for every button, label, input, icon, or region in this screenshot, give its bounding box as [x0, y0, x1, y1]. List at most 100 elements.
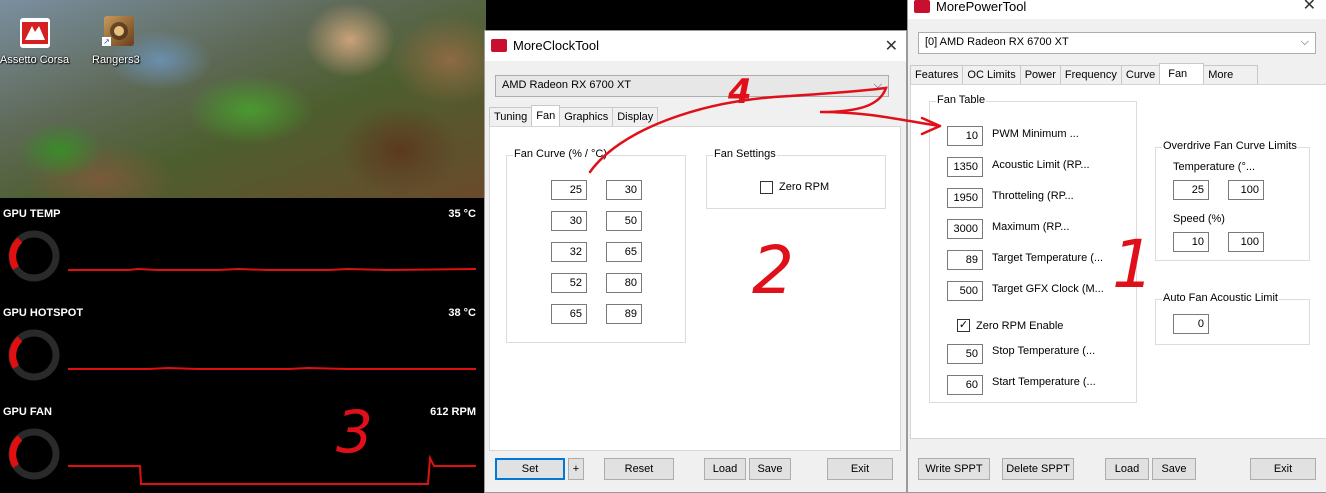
morepowertool-titlebar[interactable]: MorePowerTool ✕ [908, 0, 1326, 19]
start-temp-label: Start Temperature (... [992, 376, 1096, 388]
moreclocktool-window: MoreClockTool ✕ AMD Radeon RX 6700 XT ⌵ … [484, 30, 907, 493]
od-speed-label: Speed (%) [1173, 213, 1225, 225]
od-temp-min-input[interactable]: 25 [1173, 180, 1209, 200]
fan-curve-group: Fan Curve (% / °C) 25 30 30 50 32 65 52 … [506, 148, 686, 343]
maximum-label: Maximum (RP... [992, 221, 1070, 233]
chevron-down-icon: ⌵ [873, 79, 882, 91]
desktop-icon-label-rangers[interactable]: Rangers3 [92, 54, 140, 66]
fan-settings-group: Fan Settings Zero RPM [706, 148, 886, 209]
fan-tab-panel: Fan Curve (% / °C) 25 30 30 50 32 65 52 … [489, 126, 901, 451]
reset-button[interactable]: Reset [604, 458, 674, 480]
fan-table-label: Fan Table [936, 94, 987, 106]
acoustic-limit-input[interactable]: 1350 [947, 157, 983, 177]
od-temp-max-input[interactable]: 100 [1228, 180, 1264, 200]
curve-pct-4[interactable]: 52 [551, 273, 587, 293]
target-temp-input[interactable]: 89 [947, 250, 983, 270]
zero-rpm-label[interactable]: Zero RPM [779, 181, 829, 193]
start-temp-input[interactable]: 60 [947, 375, 983, 395]
tab-tuning[interactable]: Tuning [489, 107, 533, 127]
gpu-select-value: [0] AMD Radeon RX 6700 XT [925, 36, 1069, 48]
tab-features[interactable]: Features [910, 65, 964, 85]
desktop-icon-label-assetto[interactable]: Assetto Corsa [0, 54, 69, 66]
tab-more[interactable]: More [1203, 65, 1259, 85]
acoustic-limit-label: Acoustic Limit (RP... [992, 159, 1090, 171]
gpu-temp-value: 35 °C [448, 208, 476, 220]
gpu-hotspot-value: 38 °C [448, 307, 476, 319]
zero-rpm-checkbox[interactable] [760, 181, 773, 194]
pwm-minimum-input[interactable]: 10 [947, 126, 983, 146]
set-button[interactable]: Set [495, 458, 565, 480]
curve-temp-5[interactable]: 89 [606, 304, 642, 324]
tab-curve[interactable]: Curve [1120, 65, 1161, 85]
fan-settings-label: Fan Settings [713, 148, 777, 160]
tab-display[interactable]: Display [612, 107, 659, 127]
zero-rpm-enable-label[interactable]: Zero RPM Enable [976, 320, 1063, 332]
chevron-down-icon: ⌵ [1300, 36, 1309, 48]
exit-button[interactable]: Exit [827, 458, 893, 480]
auto-fan-acoustic-input[interactable]: 0 [1173, 314, 1209, 334]
plus-button[interactable]: + [568, 458, 584, 480]
fan-curve-label: Fan Curve (% / °C) [513, 148, 609, 160]
tab-frequency[interactable]: Frequency [1059, 65, 1122, 85]
tab-oc-limits[interactable]: OC Limits [962, 65, 1021, 85]
gpu-fan-gauge [8, 428, 60, 480]
gpu-fan-value: 612 RPM [430, 406, 476, 418]
fan-table-group: Fan Table 10 PWM Minimum ... 1350 Acoust… [929, 94, 1137, 403]
shortcut-arrow-icon: ↗ [102, 37, 111, 46]
tab-graphics[interactable]: Graphics [559, 107, 614, 127]
curve-pct-2[interactable]: 30 [551, 211, 587, 231]
close-icon[interactable]: ✕ [1303, 0, 1316, 15]
tab-strip: Features OC Limits Power Frequency Curve… [910, 63, 1259, 85]
throttling-input[interactable]: 1950 [947, 188, 983, 208]
gpu-temp-gauge [8, 230, 60, 282]
gpu-fan-graph [68, 454, 476, 485]
assetto-corsa-icon[interactable] [20, 18, 50, 48]
gpu-select-value: AMD Radeon RX 6700 XT [502, 79, 632, 91]
throttling-label: Throtteling (RP... [992, 190, 1074, 202]
gpu-hotspot-gauge [8, 329, 60, 381]
od-temp-label: Temperature (°... [1173, 161, 1256, 173]
morepowertool-window: MorePowerTool ✕ [0] AMD Radeon RX 6700 X… [907, 0, 1326, 493]
gpu-hotspot-graph [68, 366, 476, 370]
gpu-monitor-panel: GPU TEMP 35 °C GPU HOTSPOT 38 °C GPU FAN… [0, 198, 486, 493]
window-title: MoreClockTool [513, 38, 599, 53]
app-logo-icon [491, 39, 507, 52]
window-title: MorePowerTool [936, 0, 1027, 14]
od-speed-max-input[interactable]: 100 [1228, 232, 1264, 252]
curve-pct-1[interactable]: 25 [551, 180, 587, 200]
tab-fan[interactable]: Fan [531, 105, 561, 127]
curve-temp-2[interactable]: 50 [606, 211, 642, 231]
exit-button[interactable]: Exit [1250, 458, 1316, 480]
load-button[interactable]: Load [1105, 458, 1149, 480]
maximum-input[interactable]: 3000 [947, 219, 983, 239]
save-button[interactable]: Save [1152, 458, 1196, 480]
zero-rpm-enable-checkbox[interactable]: ✓ [957, 319, 970, 332]
gpu-select[interactable]: AMD Radeon RX 6700 XT ⌵ [495, 75, 889, 97]
curve-temp-4[interactable]: 80 [606, 273, 642, 293]
gpu-fan-title: GPU FAN [3, 406, 52, 418]
write-sppt-button[interactable]: Write SPPT [918, 458, 990, 480]
gpu-hotspot-title: GPU HOTSPOT [3, 307, 84, 319]
curve-pct-3[interactable]: 32 [551, 242, 587, 262]
target-gfx-clock-input[interactable]: 500 [947, 281, 983, 301]
auto-fan-acoustic-group: Auto Fan Acoustic Limit 0 [1155, 292, 1310, 345]
save-button[interactable]: Save [749, 458, 791, 480]
stop-temp-label: Stop Temperature (... [992, 345, 1096, 357]
od-speed-min-input[interactable]: 10 [1173, 232, 1209, 252]
tab-fan[interactable]: Fan [1159, 63, 1205, 85]
gpu-select[interactable]: [0] AMD Radeon RX 6700 XT ⌵ [918, 32, 1316, 54]
moreclocktool-titlebar[interactable]: MoreClockTool ✕ [485, 31, 906, 61]
app-logo-icon [914, 0, 930, 13]
overdrive-limits-label: Overdrive Fan Curve Limits [1162, 140, 1298, 152]
tab-power[interactable]: Power [1019, 65, 1061, 85]
stop-temp-input[interactable]: 50 [947, 344, 983, 364]
gpu-temp-graph [68, 267, 476, 272]
target-gfx-clock-label: Target GFX Clock (M... [992, 283, 1104, 295]
delete-sppt-button[interactable]: Delete SPPT [1002, 458, 1074, 480]
curve-pct-5[interactable]: 65 [551, 304, 587, 324]
overdrive-limits-group: Overdrive Fan Curve Limits Temperature (… [1155, 140, 1310, 261]
curve-temp-3[interactable]: 65 [606, 242, 642, 262]
curve-temp-1[interactable]: 30 [606, 180, 642, 200]
load-button[interactable]: Load [704, 458, 746, 480]
close-icon[interactable]: ✕ [885, 36, 898, 56]
